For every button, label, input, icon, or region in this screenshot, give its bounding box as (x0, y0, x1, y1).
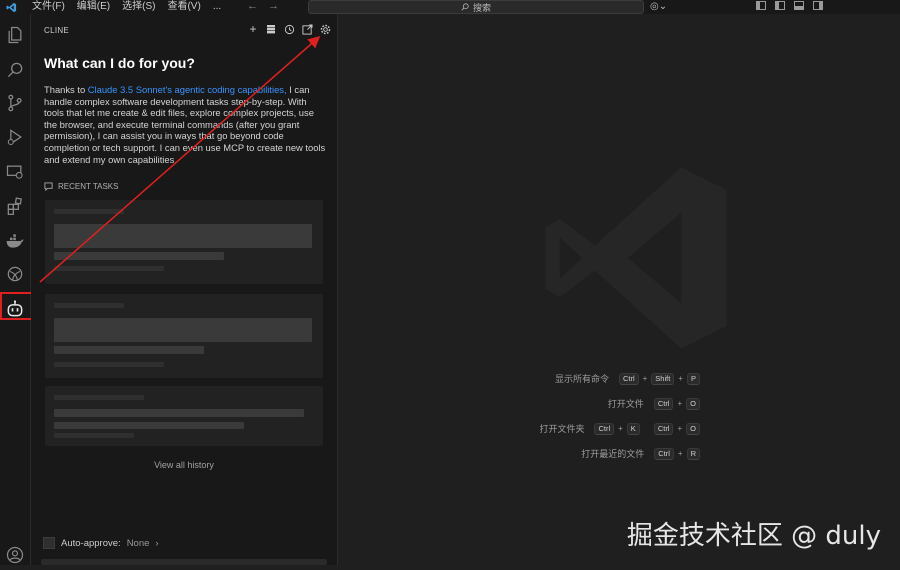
blurred-text (54, 362, 164, 367)
menu-bar: 文件(F) 编辑(E) 选择(S) 查看(V) ... (26, 0, 227, 14)
blurred-text (54, 433, 134, 438)
key-cap: P (686, 372, 700, 385)
menu-view[interactable]: 查看(V) (161, 0, 206, 14)
run-debug-icon[interactable] (0, 122, 30, 152)
welcome-description: Thanks to Claude 3.5 Sonnet's agentic co… (44, 84, 326, 165)
gear-icon[interactable] (319, 23, 331, 35)
sidebar-header-title: CLINE (44, 26, 70, 35)
title-bar: 文件(F) 编辑(E) 选择(S) 查看(V) ... ← → 搜索 ◎⌄ (0, 0, 900, 14)
command-center-search[interactable]: 搜索 (308, 0, 644, 14)
blurred-text (54, 409, 304, 417)
blurred-text (54, 318, 312, 342)
blurred-text (54, 266, 164, 271)
view-all-history-link[interactable]: View all history (31, 460, 337, 470)
welcome-rest: I can handle complex software developmen… (44, 84, 326, 165)
key-cap: Ctrl (653, 397, 674, 410)
shortcut-open-file: 打开文件 Ctrl + O (608, 397, 700, 410)
key-cap: R (686, 447, 700, 460)
recent-task-card[interactable] (45, 294, 323, 378)
blurred-text (54, 209, 124, 214)
key-cap: O (686, 422, 700, 435)
blurred-text (54, 303, 124, 308)
mcp-servers-icon[interactable] (265, 23, 277, 35)
chat-input-bar[interactable] (41, 559, 327, 565)
key-cap: Ctrl (654, 447, 674, 460)
customize-layout-icon[interactable] (756, 1, 766, 10)
key-cap: O (686, 397, 700, 410)
copilot-chevron: ⌄ (658, 1, 668, 12)
source-control-icon[interactable] (0, 88, 30, 118)
history-icon[interactable] (283, 23, 295, 35)
search-placeholder: 搜索 (472, 2, 491, 13)
extensions-icon[interactable] (0, 191, 30, 221)
key-cap: Ctrl (618, 372, 639, 385)
comment-icon (44, 182, 53, 191)
blurred-text (54, 252, 224, 260)
search-icon[interactable] (0, 55, 30, 85)
recent-task-card[interactable] (45, 200, 323, 284)
vscode-watermark-icon (545, 167, 727, 349)
account-icon[interactable] (0, 540, 30, 570)
popout-icon[interactable] (301, 23, 313, 35)
claude-capabilities-link[interactable]: Claude 3.5 Sonnet's agentic coding capab… (88, 84, 287, 95)
shortcut-label: 显示所有命令 (554, 374, 609, 384)
sidebar-actions: + (247, 22, 331, 36)
forward-arrow-icon[interactable]: → (268, 0, 279, 13)
menu-file[interactable]: 文件(F) (26, 0, 71, 14)
key-cap: Shift (651, 372, 675, 385)
shortcut-label: 打开文件夹 (539, 424, 585, 434)
blurred-text (54, 224, 312, 248)
key-cap: Ctrl (594, 422, 615, 435)
search-icon (461, 3, 469, 11)
shortcut-show-all-commands: 显示所有命令 Ctrl + Shift + P (555, 372, 700, 385)
key-cap: K (626, 422, 640, 435)
back-arrow-icon[interactable]: ← (247, 0, 258, 13)
chevron-right-icon: › (155, 537, 159, 549)
ai-assistant-icon[interactable] (0, 259, 30, 289)
auto-approve-checkbox[interactable] (43, 537, 55, 549)
docker-icon[interactable] (0, 226, 30, 256)
editor-empty-area: 显示所有命令 Ctrl + Shift + P 打开文件 Ctrl + O 打开… (338, 14, 900, 565)
recent-tasks-header: RECENT TASKS (44, 182, 118, 191)
copilot-icon: ◎ (650, 1, 659, 12)
shortcut-label: 打开文件 (607, 399, 644, 409)
welcome-prefix: Thanks to (44, 84, 88, 95)
toggle-panel-icon[interactable] (794, 1, 804, 10)
nav-arrows: ← → (247, 0, 279, 13)
vscode-logo-icon (4, 0, 18, 14)
auto-approve-row[interactable]: Auto-approve: None › (43, 537, 159, 549)
menu-more[interactable]: ... (207, 0, 227, 14)
blurred-text (54, 395, 144, 400)
blurred-text (54, 422, 244, 429)
cline-sidebar: CLINE + What can I do for you? Thanks to… (31, 14, 338, 565)
shortcut-label: 打开最近的文件 (581, 449, 645, 459)
shortcut-open-recent: 打开最近的文件 Ctrl + R (581, 447, 700, 460)
plus-icon[interactable]: + (247, 22, 259, 36)
blurred-text (54, 346, 204, 354)
key-cap: Ctrl (653, 422, 674, 435)
layout-controls (756, 1, 823, 10)
shortcut-open-folder: 打开文件夹 Ctrl + K Ctrl + O (539, 422, 700, 435)
welcome-title: What can I do for you? (44, 55, 195, 71)
copilot-menu[interactable]: ◎⌄ (650, 0, 667, 14)
toggle-primary-sidebar-icon[interactable] (775, 1, 785, 10)
recent-task-card[interactable] (45, 386, 323, 446)
recent-tasks-title: RECENT TASKS (58, 182, 119, 191)
menu-edit[interactable]: 编辑(E) (71, 0, 116, 14)
menu-selection[interactable]: 选择(S) (116, 0, 161, 14)
explorer-icon[interactable] (0, 20, 30, 50)
toggle-secondary-sidebar-icon[interactable] (813, 1, 823, 10)
watermark-text: 掘金技术社区 @ duly (626, 521, 881, 551)
auto-approve-value: None (126, 537, 150, 549)
auto-approve-label: Auto-approve: (61, 537, 121, 549)
remote-explorer-icon[interactable] (0, 157, 30, 187)
activity-bar (0, 14, 31, 565)
